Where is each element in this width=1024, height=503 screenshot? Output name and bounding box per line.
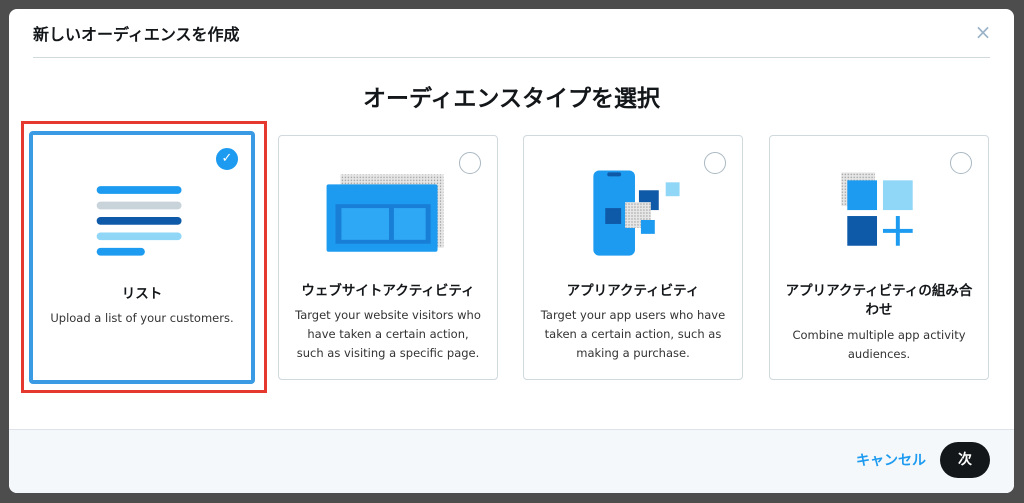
card-app-activity[interactable]: アプリアクティビティ Target your app users who hav… <box>523 135 743 380</box>
app-activity-icon <box>593 170 680 256</box>
card-website-activity-description: Target your website visitors who have ta… <box>295 308 481 360</box>
card-app-activity-combination-description: Combine multiple app activity audiences. <box>792 328 966 361</box>
card-app-activity-label: アプリアクティビティ <box>566 283 700 299</box>
create-audience-modal: 新しいオーディエンスを作成 × オーディエンスタイプを選択 ✓ リスト Uplo… <box>9 9 1014 493</box>
app-activity-combination-icon <box>841 172 913 246</box>
card-website-activity-label: ウェブサイトアクティビティ <box>301 283 475 299</box>
card-app-activity-combination-label: アプリアクティビティの組み合わせ <box>785 283 973 318</box>
audience-type-cards: ✓ リスト Upload a list of your customers. ウ… <box>9 9 1014 493</box>
website-activity-icon <box>326 174 444 252</box>
card-list-label: リスト <box>121 286 163 302</box>
list-icon <box>96 186 182 256</box>
card-list[interactable]: ✓ リスト Upload a list of your customers. <box>29 131 255 384</box>
card-list-description: Upload a list of your customers. <box>50 311 234 325</box>
cancel-button[interactable]: キャンセル <box>856 450 926 470</box>
card-app-activity-description: Target your app users who have taken a c… <box>540 308 726 360</box>
card-website-activity[interactable]: ウェブサイトアクティビティ Target your website visito… <box>278 135 498 380</box>
modal-footer: キャンセル 次 <box>9 429 1014 493</box>
card-app-activity-combination[interactable]: アプリアクティビティの組み合わせ Combine multiple app ac… <box>769 135 989 380</box>
next-button[interactable]: 次 <box>940 442 990 478</box>
